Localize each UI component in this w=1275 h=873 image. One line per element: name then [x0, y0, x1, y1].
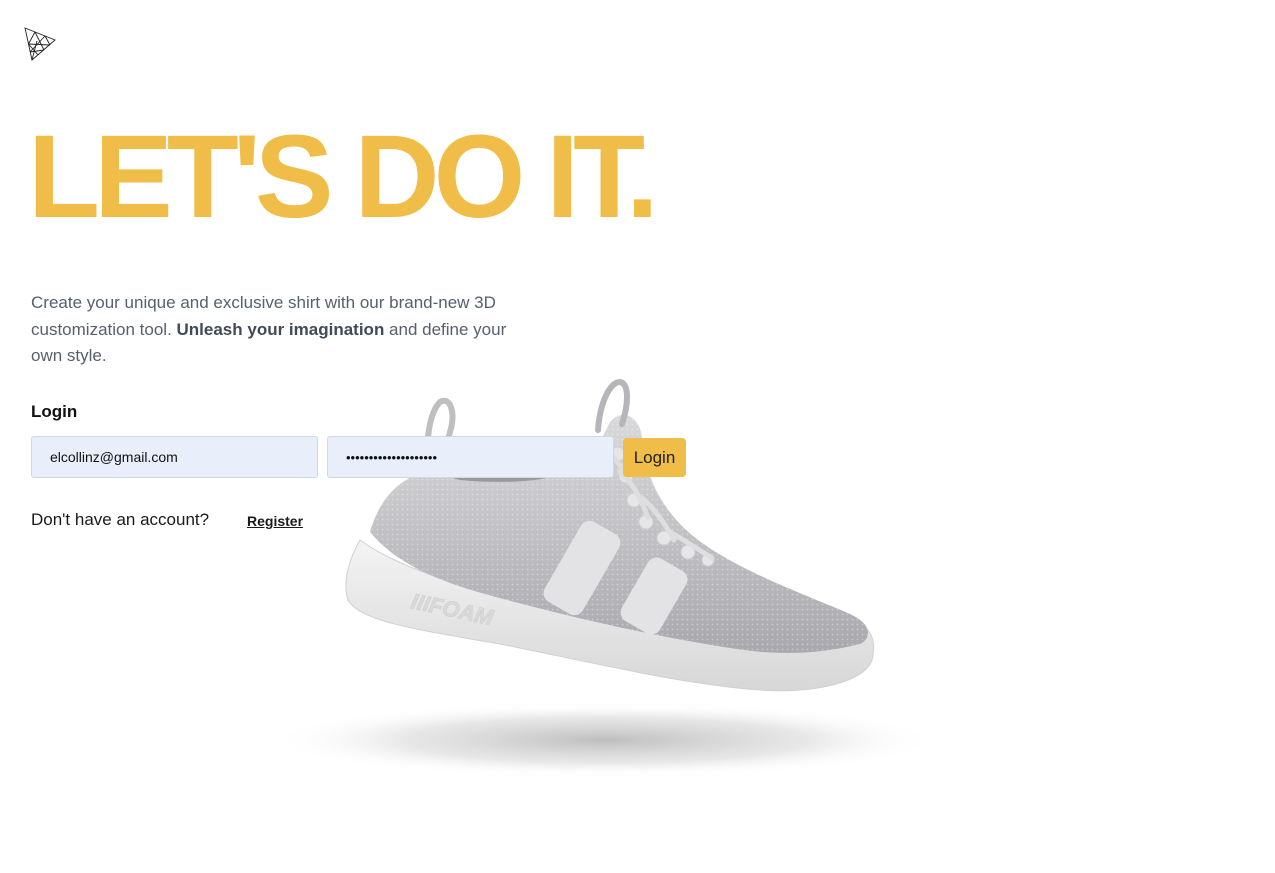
register-link[interactable]: Register [247, 513, 303, 529]
landing-page: LET'S DO IT. Create your unique and excl… [0, 0, 1275, 873]
hero-title: LET'S DO IT. [28, 111, 659, 243]
login-heading: Login [31, 402, 78, 421]
intro-emphasis: Unleash your imagination [176, 319, 385, 339]
shoe-shadow [270, 702, 940, 778]
login-button[interactable]: Login [623, 438, 686, 477]
intro-paragraph: Create your unique and exclusive shirt w… [31, 290, 531, 370]
sneaker-3d-preview: IIIFOAM [270, 378, 940, 778]
signup-prompt: Don't have an account? [31, 510, 210, 529]
email-field[interactable] [31, 436, 318, 478]
password-field[interactable] [327, 436, 614, 478]
triangle-mesh-logo-icon[interactable] [22, 26, 58, 62]
